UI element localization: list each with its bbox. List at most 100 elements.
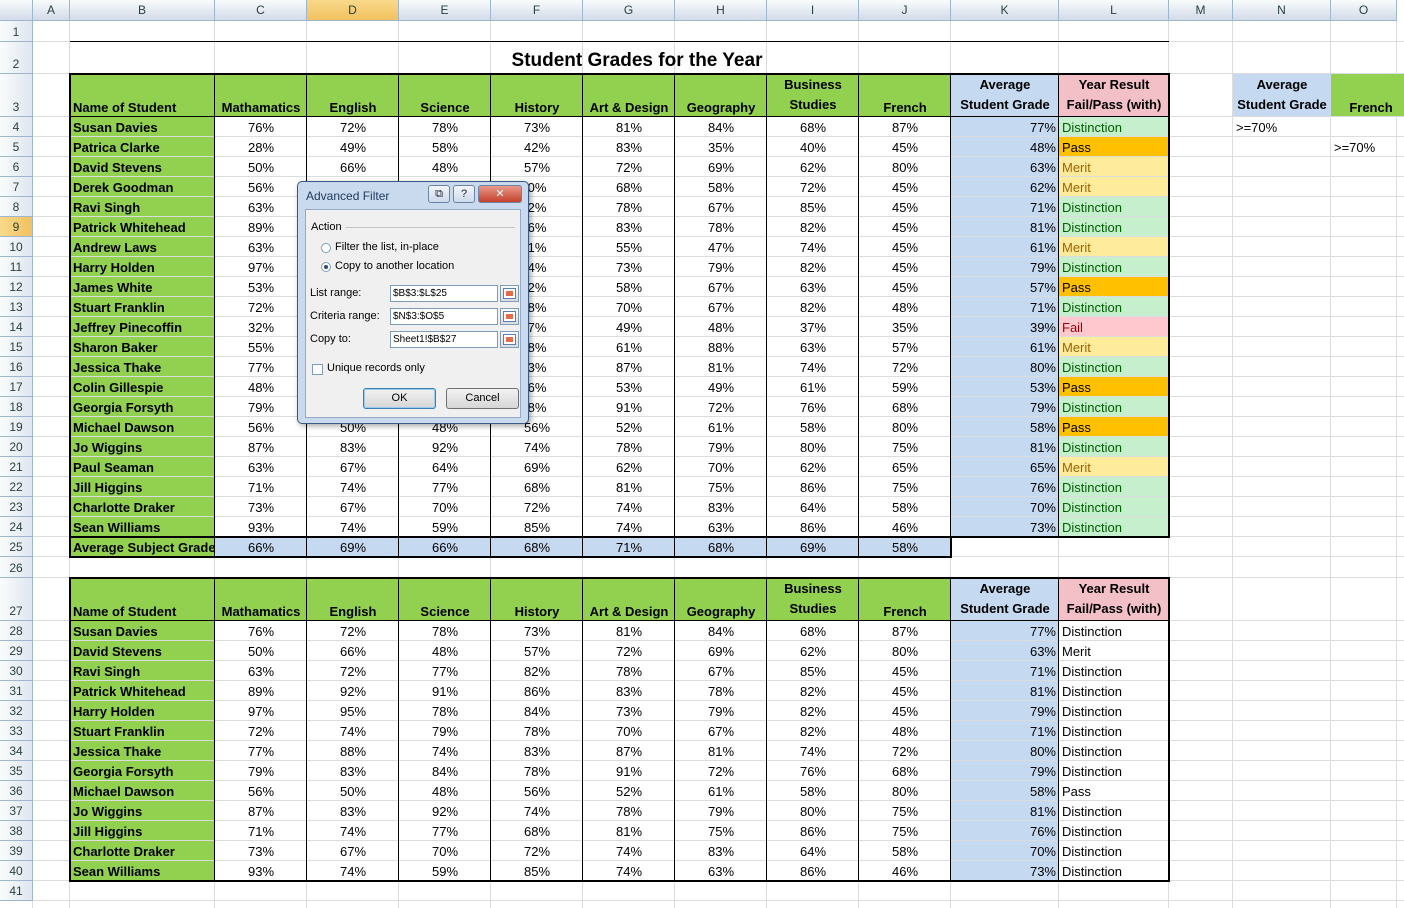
row-header[interactable]: 10 [0, 237, 33, 257]
result-cell[interactable]: Merit [1059, 237, 1169, 256]
grade-cell[interactable]: 63% [675, 517, 767, 536]
grade-cell[interactable]: 77% [399, 477, 491, 496]
grade-cell[interactable]: 74% [767, 357, 859, 376]
grade-cell[interactable]: 88% [675, 337, 767, 356]
grade-cell[interactable]: 74% [491, 801, 583, 820]
average-grade-cell[interactable]: 57% [951, 277, 1059, 296]
grade-cell[interactable]: 74% [583, 497, 675, 516]
criteria-range-collapse-button[interactable] [500, 308, 519, 325]
result-cell[interactable]: Distinction [1059, 477, 1169, 496]
grade-cell[interactable]: 89% [215, 681, 307, 700]
grade-cell[interactable]: 93% [215, 861, 307, 880]
ok-button[interactable]: OK [363, 388, 436, 409]
grade-cell[interactable]: 48% [215, 377, 307, 396]
student-name[interactable]: Colin Gillespie [70, 377, 215, 396]
result-cell[interactable]: Distinction [1059, 437, 1169, 456]
grade-cell[interactable]: 42% [491, 137, 583, 156]
grade-cell[interactable]: 81% [583, 621, 675, 640]
grade-cell[interactable]: 47% [675, 237, 767, 256]
row-header[interactable]: 7 [0, 177, 33, 197]
grade-cell[interactable]: 84% [491, 701, 583, 720]
grade-cell[interactable]: 72% [307, 661, 399, 680]
column-header-l[interactable]: L [1059, 0, 1169, 21]
result-cell[interactable]: Distinction [1059, 397, 1169, 416]
row-header[interactable]: 37 [0, 801, 33, 821]
grade-cell[interactable]: 80% [859, 417, 951, 436]
grade-cell[interactable]: 84% [675, 621, 767, 640]
grade-cell[interactable]: 75% [859, 437, 951, 456]
grade-cell[interactable]: 81% [583, 477, 675, 496]
grade-cell[interactable]: 79% [215, 761, 307, 780]
result-cell[interactable]: Pass [1059, 137, 1169, 156]
grade-cell[interactable]: 79% [675, 257, 767, 276]
grade-cell[interactable]: 92% [307, 681, 399, 700]
grade-cell[interactable]: 89% [215, 217, 307, 236]
grade-cell[interactable]: 61% [675, 781, 767, 800]
grade-cell[interactable]: 82% [767, 681, 859, 700]
result-cell[interactable]: Distinction [1059, 721, 1169, 740]
grade-cell[interactable]: 59% [859, 377, 951, 396]
grade-cell[interactable]: 81% [583, 117, 675, 136]
row-header[interactable]: 8 [0, 197, 33, 217]
grade-cell[interactable]: 48% [859, 721, 951, 740]
student-name[interactable]: Patrick Whitehead [70, 217, 215, 236]
result-cell[interactable]: Merit [1059, 457, 1169, 476]
grade-cell[interactable]: 78% [675, 217, 767, 236]
grade-cell[interactable]: 45% [859, 681, 951, 700]
grade-cell[interactable]: 73% [491, 117, 583, 136]
grade-cell[interactable]: 68% [583, 177, 675, 196]
grade-cell[interactable]: 91% [583, 761, 675, 780]
grade-cell[interactable]: 87% [859, 117, 951, 136]
average-grade-cell[interactable]: 61% [951, 337, 1059, 356]
average-grade-cell[interactable]: 53% [951, 377, 1059, 396]
column-header-a[interactable]: A [33, 0, 70, 21]
result-cell[interactable]: Distinction [1059, 681, 1169, 700]
grade-cell[interactable]: 61% [767, 377, 859, 396]
result-cell[interactable]: Distinction [1059, 841, 1169, 860]
grade-cell[interactable]: 63% [215, 457, 307, 476]
row-header[interactable]: 27 [0, 578, 33, 621]
grade-cell[interactable]: 67% [307, 497, 399, 516]
grade-cell[interactable]: 93% [215, 517, 307, 536]
grade-cell[interactable]: 88% [307, 741, 399, 760]
average-grade-cell[interactable]: 71% [951, 661, 1059, 680]
grade-cell[interactable]: 67% [307, 457, 399, 476]
student-name[interactable]: Harry Holden [70, 701, 215, 720]
grade-cell[interactable]: 78% [583, 437, 675, 456]
grade-cell[interactable]: 45% [859, 197, 951, 216]
result-cell[interactable]: Pass [1059, 417, 1169, 436]
grade-cell[interactable]: 67% [675, 197, 767, 216]
grade-cell[interactable]: 83% [307, 801, 399, 820]
grade-cell[interactable]: 71% [215, 477, 307, 496]
copy-to-collapse-button[interactable] [500, 331, 519, 348]
help-button[interactable]: ? [453, 185, 475, 203]
student-name[interactable]: Jessica Thake [70, 357, 215, 376]
grade-cell[interactable]: 46% [859, 517, 951, 536]
student-name[interactable]: Susan Davies [70, 117, 215, 136]
grade-cell[interactable]: 79% [215, 397, 307, 416]
grade-cell[interactable]: 35% [859, 317, 951, 336]
grade-cell[interactable]: 82% [767, 297, 859, 316]
grade-cell[interactable]: 72% [215, 721, 307, 740]
grade-cell[interactable]: 49% [675, 377, 767, 396]
row-header[interactable]: 9 [0, 217, 33, 237]
grade-cell[interactable]: 75% [859, 477, 951, 496]
result-cell[interactable]: Distinction [1059, 257, 1169, 276]
grade-cell[interactable]: 56% [491, 781, 583, 800]
grade-cell[interactable]: 76% [767, 761, 859, 780]
average-grade-cell[interactable]: 79% [951, 257, 1059, 276]
grade-cell[interactable]: 86% [767, 477, 859, 496]
result-cell[interactable]: Distinction [1059, 861, 1169, 880]
row-header[interactable]: 33 [0, 721, 33, 741]
row-header[interactable]: 30 [0, 661, 33, 681]
grade-cell[interactable]: 83% [583, 217, 675, 236]
average-grade-cell[interactable]: 71% [951, 197, 1059, 216]
grade-cell[interactable]: 79% [675, 437, 767, 456]
student-name[interactable]: Susan Davies [70, 621, 215, 640]
result-cell[interactable]: Pass [1059, 377, 1169, 396]
student-name[interactable]: Sean Williams [70, 861, 215, 880]
grade-cell[interactable]: 69% [675, 641, 767, 660]
row-header[interactable]: 3 [0, 74, 33, 117]
grade-cell[interactable]: 58% [767, 781, 859, 800]
grade-cell[interactable]: 59% [399, 861, 491, 880]
